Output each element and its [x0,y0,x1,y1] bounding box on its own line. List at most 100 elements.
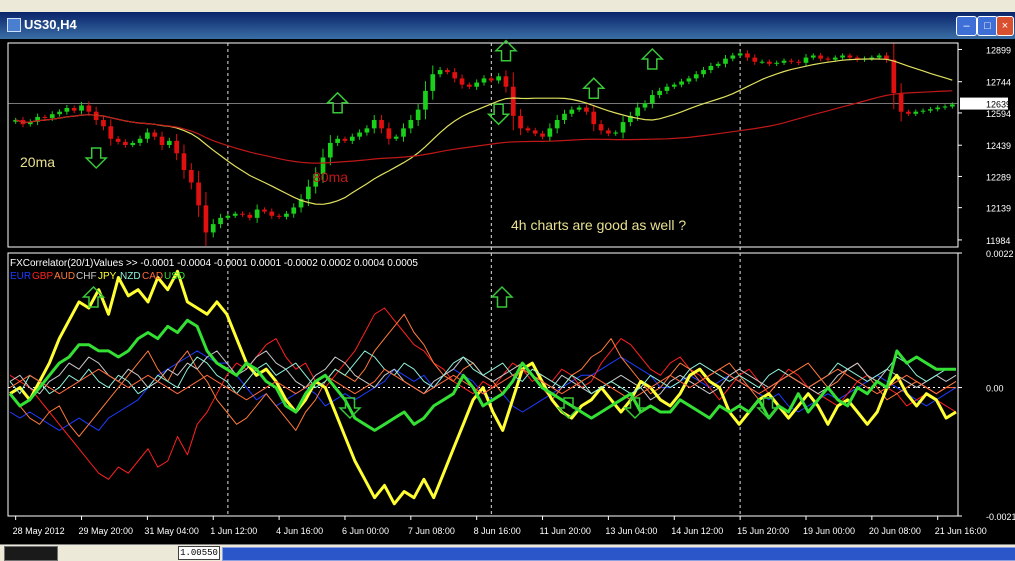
price-arrow-up-4 [581,77,606,99]
annotation-main: 4h charts are good as well ? [511,217,686,233]
moving-average-80ma [15,90,953,164]
candle-body-14 [115,138,121,142]
chart-window-icon [7,18,21,32]
candle-body-95 [708,65,714,71]
time-tick-label-7: 8 Jun 16:00 [474,526,521,536]
legend-AUD: AUD [54,271,75,282]
price-tick-label-6: 11984 [986,236,1010,246]
time-tick-label-12: 19 Jun 00:00 [803,526,855,536]
candle-body-61 [459,78,465,85]
candle-body-63 [474,82,480,87]
candle-body-128 [949,104,955,107]
horizontal-scrollbar[interactable] [222,547,1015,561]
candle-body-78 [584,107,589,112]
time-tick-label-8: 11 Jun 20:00 [540,526,591,536]
candle-body-124 [920,110,926,112]
candle-body-113 [840,55,845,58]
chart-area[interactable]: 12899 12744 12594 12439 12289 12139 11984 12639… [0,13,1015,544]
indicator-tick-label-0: 0.0022 [986,249,1014,259]
candle-body-103 [767,61,772,64]
legend-JPY: JPY [98,271,117,282]
candle-body-109 [810,55,816,58]
candle-body-71 [532,130,538,134]
candle-body-105 [781,60,787,63]
candle-body-18 [145,132,150,139]
candle-body-97 [723,58,728,64]
price-arrow-up-5 [640,47,665,70]
candle-body-15 [123,141,128,145]
candle-body-34 [262,209,267,212]
annotation-80ma: 80ma [313,169,348,185]
candle-body-45 [342,138,348,141]
candle-body-48 [364,128,370,133]
candle-body-66 [496,76,501,81]
close-button[interactable]: × [996,16,1014,36]
chart-window-titlebar[interactable]: US30,H4 – □ × [0,12,1015,39]
candle-body-121 [898,92,904,112]
candle-body-46 [349,136,355,141]
candle-body-100 [745,53,750,58]
candle-body-32 [247,214,253,218]
candle-body-49 [371,120,377,129]
candle-body-106 [789,60,794,62]
candle-body-17 [137,138,143,143]
signal-arrows [81,13,796,420]
period-separators [227,43,741,516]
candle-body-70 [525,128,531,131]
candle-body-90 [671,84,677,87]
candle-body-36 [276,215,282,217]
candle-body-8 [71,107,77,111]
time-axis: 28 May 2012 29 May 20:00 31 May 04:00 1 Jun… [13,516,987,536]
candle-body-44 [335,138,340,143]
candle-body-94 [701,70,706,75]
candle-body-111 [825,58,831,60]
chart-window-title: US30,H4 [24,17,77,32]
price-tick-label-2: 12594 [986,109,1011,119]
time-tick-label-4: 4 Jun 16:00 [276,526,323,536]
chart-tab-thumbnail[interactable] [4,546,58,561]
candle-body-59 [445,70,450,73]
candle-body-23 [181,153,187,170]
candle-body-26 [203,205,209,233]
price-tick-label-0: 12899 [986,45,1011,55]
current-price-label: 12639 [986,100,1011,110]
candle-body-91 [679,81,684,85]
candle-body-16 [130,142,136,145]
price-axis: 12899 12744 12594 12439 12289 12139 11984 12639 [8,45,1011,246]
candle-body-98 [730,55,736,59]
minimize-button[interactable]: – [956,16,977,36]
price-arrow-up-1 [325,91,350,114]
candle-body-25 [196,182,201,206]
candle-body-64 [481,78,487,83]
candle-body-6 [57,111,62,115]
candle-body-96 [715,63,721,66]
candle-body-35 [269,211,275,216]
candle-body-57 [430,74,436,91]
candle-body-9 [79,105,84,111]
chart-canvas[interactable]: 12899 12744 12594 12439 12289 12139 11984 12639… [0,13,1015,544]
candle-body-72 [540,133,545,137]
candle-body-118 [876,55,882,58]
candle-body-43 [327,142,333,158]
candle-body-73 [547,128,553,137]
candle-body-38 [291,207,297,214]
candle-body-56 [423,90,428,110]
time-tick-label-3: 1 Jun 12:00 [210,526,257,536]
price-arrow-up-2 [494,39,518,62]
candle-body-24 [188,169,194,183]
candle-body-55 [415,109,421,121]
candle-body-47 [357,132,362,137]
indicator-tick-label-1: 0.00 [986,384,1004,394]
candle-body-120 [891,59,897,93]
candle-body-65 [488,78,494,81]
candle-body-13 [108,126,114,139]
candle-body-92 [686,78,692,82]
indicator-tick-label-2: -0.0021 [986,512,1015,522]
candle-body-54 [408,120,414,129]
price-tick-label-5: 12139 [986,204,1011,214]
candle-body-51 [386,128,392,139]
candle-body-21 [166,140,172,145]
indicator-line-CAD [9,368,956,401]
maximize-button[interactable]: □ [977,16,998,36]
candle-body-22 [174,140,179,154]
